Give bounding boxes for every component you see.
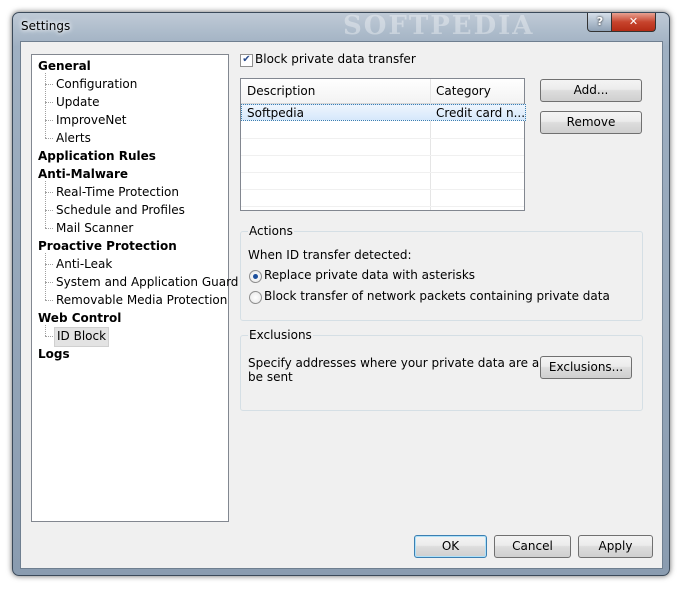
- settings-tree[interactable]: General Configuration Update ImproveNet Aler…: [31, 54, 238, 522]
- tree-connector: [45, 192, 53, 193]
- tree-connector: [45, 325, 46, 336]
- tree-connector: [45, 210, 53, 211]
- tree-item-anti-leak[interactable]: Anti-Leak: [56, 255, 112, 273]
- block-packets-radio[interactable]: [249, 291, 262, 304]
- table-row[interactable]: Softpedia Credit card n...: [241, 104, 526, 121]
- settings-window: Settings SOFTPEDIA ? ✕ General Configurat…: [12, 11, 670, 576]
- tree-item-id-block[interactable]: ID Block: [54, 327, 110, 347]
- tree-connector: [45, 282, 53, 283]
- tree-item-removable-media-protection[interactable]: Removable Media Protection: [56, 291, 227, 309]
- tree-item-anti-malware[interactable]: Anti-Malware: [38, 165, 128, 183]
- actions-title: Actions: [248, 224, 294, 238]
- tree-connector: [45, 102, 53, 103]
- actions-group: Actions When ID transfer detected: Repla…: [240, 224, 643, 321]
- list-header: Description Category: [241, 79, 524, 104]
- tree-connector: [45, 300, 53, 301]
- close-button[interactable]: ✕: [611, 13, 656, 32]
- help-button[interactable]: ?: [587, 13, 613, 32]
- row-category: Credit card n...: [436, 106, 526, 120]
- tree-item-logs[interactable]: Logs: [38, 345, 70, 363]
- tree-connector: [45, 264, 53, 265]
- tree-connector: [45, 228, 53, 229]
- block-private-checkbox[interactable]: ✔: [240, 54, 253, 67]
- window-title: Settings: [21, 19, 71, 33]
- tree-item-update[interactable]: Update: [56, 93, 99, 111]
- exclusions-title: Exclusions: [248, 328, 313, 342]
- empty-row: [241, 121, 524, 139]
- block-private-label[interactable]: Block private data transfer: [255, 52, 416, 66]
- checkmark-icon: ✔: [242, 54, 251, 65]
- empty-row: [241, 172, 524, 190]
- exclusions-button[interactable]: Exclusions...: [540, 356, 632, 379]
- ok-button[interactable]: OK: [414, 535, 487, 558]
- tree-item-real-time-protection[interactable]: Real-Time Protection: [56, 183, 179, 201]
- tree-item-mail-scanner[interactable]: Mail Scanner: [56, 219, 133, 237]
- watermark: SOFTPEDIA: [343, 11, 535, 41]
- block-packets-label[interactable]: Block transfer of network packets contai…: [264, 289, 610, 303]
- tree-connector: [45, 84, 53, 85]
- column-category[interactable]: Category: [430, 79, 524, 103]
- cancel-button[interactable]: Cancel: [494, 535, 571, 558]
- exclusions-description-line2: be sent: [248, 370, 293, 384]
- tree-item-system-and-application-guard[interactable]: System and Application Guard: [56, 273, 238, 291]
- tree-item-schedule-and-profiles[interactable]: Schedule and Profiles: [56, 201, 185, 219]
- empty-row: [241, 138, 524, 156]
- tree-connector: [45, 73, 46, 138]
- replace-asterisks-label[interactable]: Replace private data with asterisks: [264, 268, 475, 282]
- empty-row: [241, 155, 524, 173]
- row-description: Softpedia: [247, 106, 304, 120]
- tree-connector: [45, 138, 53, 139]
- exclusions-group: Exclusions Specify addresses where your …: [240, 328, 643, 411]
- tree-connector: [45, 120, 53, 121]
- tree-item-application-rules[interactable]: Application Rules: [38, 147, 156, 165]
- dialog-client-area: General Configuration Update ImproveNet Aler…: [20, 41, 663, 569]
- actions-prompt: When ID transfer detected:: [248, 248, 412, 262]
- tree-connector: [45, 181, 46, 228]
- empty-row: [241, 189, 524, 207]
- add-button[interactable]: Add...: [540, 79, 642, 102]
- apply-button[interactable]: Apply: [578, 535, 653, 558]
- tree-item-web-control[interactable]: Web Control: [38, 309, 121, 327]
- column-description[interactable]: Description: [241, 79, 429, 103]
- title-bar[interactable]: Settings SOFTPEDIA ? ✕: [13, 11, 669, 43]
- tree-connector: [45, 253, 46, 300]
- tree-item-proactive-protection[interactable]: Proactive Protection: [38, 237, 177, 255]
- tree-connector: [45, 336, 53, 337]
- tree-item-alerts[interactable]: Alerts: [56, 129, 91, 147]
- private-data-list[interactable]: Description Category Softpedia Credit ca…: [240, 78, 526, 211]
- tree-item-improvenet[interactable]: ImproveNet: [56, 111, 126, 129]
- replace-asterisks-radio[interactable]: [249, 270, 262, 283]
- remove-button[interactable]: Remove: [540, 111, 642, 134]
- tree-item-configuration[interactable]: Configuration: [56, 75, 137, 93]
- close-icon: ✕: [628, 15, 639, 28]
